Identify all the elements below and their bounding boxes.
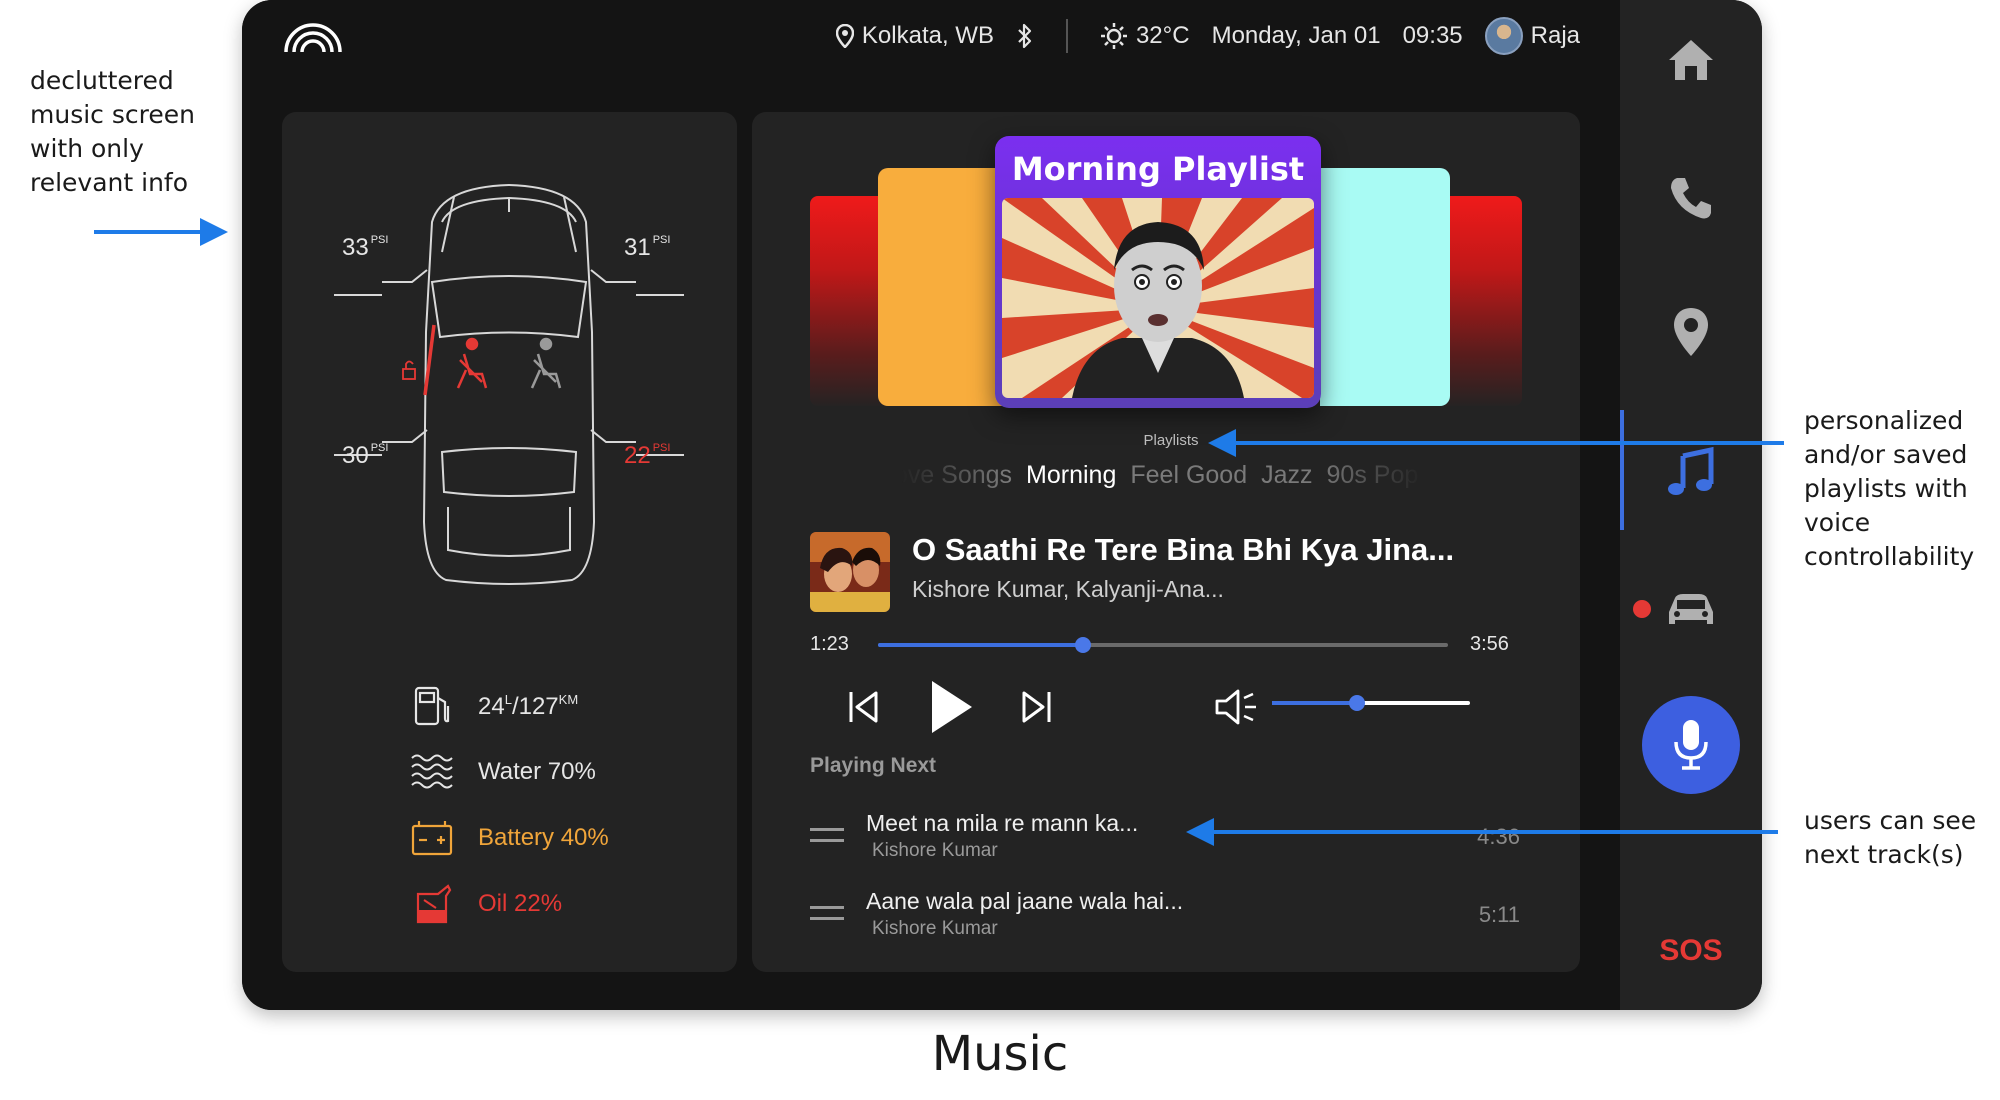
playlist-card-featured[interactable]: Morning Playlist (995, 136, 1321, 408)
playlist-chip-90s-pop[interactable]: 90s Pop (1327, 461, 1419, 490)
previous-track-icon[interactable] (848, 690, 880, 724)
queue-item-artist: Kishore Kumar (872, 918, 998, 939)
tire-pressure-rear-left: 30 PSI (342, 442, 389, 469)
bluetooth-icon[interactable] (1016, 22, 1034, 50)
status-divider (1065, 19, 1068, 53)
weather-status: 32°C (1100, 22, 1190, 50)
fuel-stat: 24L/127KM (410, 684, 578, 728)
oil-stat: Oil 22% (410, 882, 562, 926)
time-text: 09:35 (1402, 22, 1463, 49)
volume-knob[interactable] (1349, 695, 1366, 711)
location-pin-icon (835, 24, 854, 48)
track-title: O Saathi Re Tere Bina Bhi Kya Jina... (912, 532, 1455, 567)
elapsed-time: 1:23 (810, 633, 849, 655)
playlist-chip-jazz[interactable]: Jazz (1261, 461, 1312, 490)
progress-knob[interactable] (1075, 637, 1092, 653)
sun-icon (1100, 23, 1127, 49)
water-waves-icon (411, 754, 453, 789)
status-bar: Kolkata, WB 32°C Monday, Jan 01 09:35 Ra… (242, 0, 1620, 80)
user-profile[interactable]: Raja (1484, 17, 1580, 55)
queue-item-artist: Kishore Kumar (872, 840, 998, 861)
playing-next-label: Playing Next (810, 754, 937, 777)
brand-logo-icon (284, 23, 342, 53)
play-icon[interactable] (928, 678, 976, 736)
screen-caption: Music (931, 1026, 1069, 1082)
date-text: Monday, Jan 01 (1211, 22, 1381, 49)
car-icon[interactable] (1663, 582, 1719, 638)
queue-item[interactable]: Aane wala pal jaane wala hai... Kishore … (810, 888, 1530, 948)
tire-pressure-front-right: 31 PSI (624, 234, 671, 261)
location-pin-icon[interactable] (1663, 304, 1719, 360)
drag-handle-icon[interactable] (810, 828, 844, 842)
infotainment-device: Kolkata, WB 32°C Monday, Jan 01 09:35 Ra… (242, 0, 1762, 1010)
playlist-cover-art (1002, 198, 1314, 398)
annotation-arrow-next-tracks (1186, 818, 1778, 846)
alert-dot (1633, 600, 1651, 618)
home-icon[interactable] (1663, 32, 1719, 88)
playlist-chip-love-songs[interactable]: Love Songs (902, 461, 1012, 490)
location-text: Kolkata, WB (861, 22, 994, 49)
voice-assistant-button[interactable] (1642, 696, 1740, 794)
oil-can-icon (416, 884, 452, 924)
album-thumbnail (810, 532, 890, 612)
location-status[interactable]: Kolkata, WB (835, 22, 994, 50)
car-top-view-diagram (334, 183, 684, 585)
music-screen: Kolkata, WB 32°C Monday, Jan 01 09:35 Ra… (242, 0, 1620, 1010)
playlist-chip-feel-good[interactable]: Feel Good (1130, 461, 1247, 490)
car-battery-icon (411, 821, 453, 856)
playlist-selector[interactable]: Love Songs Morning Feel Good Jazz 90s Po… (902, 456, 1422, 494)
seatbelt-passenger-icon (530, 337, 562, 389)
sos-button[interactable]: SOS (1620, 934, 1762, 968)
featured-playlist-title: Morning Playlist (1011, 150, 1305, 188)
annotation-arrow-left (94, 218, 228, 246)
tire-pressure-rear-right: 22 PSI (624, 442, 671, 469)
playlist-card-next[interactable] (1320, 168, 1450, 406)
queue-item-duration: 5:11 (1478, 902, 1520, 927)
seatbelt-driver-icon (456, 337, 488, 389)
annotation-playlists: personalized and/or saved playlists with… (1804, 406, 1975, 571)
total-duration: 3:56 (1470, 633, 1509, 655)
playlist-chip-morning[interactable]: Morning (1026, 461, 1116, 490)
annotation-next-tracks: users can see next track(s) (1804, 806, 1977, 869)
drag-handle-icon[interactable] (810, 906, 844, 920)
user-name: Raja (1530, 22, 1580, 49)
track-artist: Kishore Kumar, Kalyanji-Ana... (912, 576, 1224, 602)
door-unlocked-icon (402, 360, 416, 380)
tire-pressure-front-left: 33 PSI (342, 234, 389, 261)
queue-item-title: Meet na mila re mann ka... (866, 810, 1139, 836)
temperature-text: 32°C (1135, 22, 1190, 49)
fuel-pump-icon (414, 686, 450, 726)
progress-bar[interactable] (878, 637, 1448, 653)
playlist-card-previous[interactable] (878, 168, 1008, 406)
volume-fill (1272, 701, 1358, 705)
phone-icon[interactable] (1663, 170, 1719, 226)
battery-stat: Battery 40% (410, 816, 609, 860)
volume-icon[interactable] (1214, 688, 1260, 726)
annotation-declutter: decluttered music screen with only relev… (30, 66, 195, 197)
annotation-arrow-playlists (1208, 429, 1784, 457)
progress-fill (878, 643, 1084, 647)
avatar (1484, 17, 1523, 55)
queue-item-title: Aane wala pal jaane wala hai... (866, 888, 1184, 914)
sidebar-nav: SOS (1620, 0, 1762, 1010)
volume-slider[interactable] (1272, 695, 1470, 711)
water-stat: Water 70% (410, 750, 596, 794)
microphone-icon (1674, 720, 1708, 770)
next-track-icon[interactable] (1020, 690, 1052, 724)
vehicle-status-panel: 33 PSI 31 PSI 30 PSI 22 PSI 24L/127KM Water … (282, 112, 737, 972)
